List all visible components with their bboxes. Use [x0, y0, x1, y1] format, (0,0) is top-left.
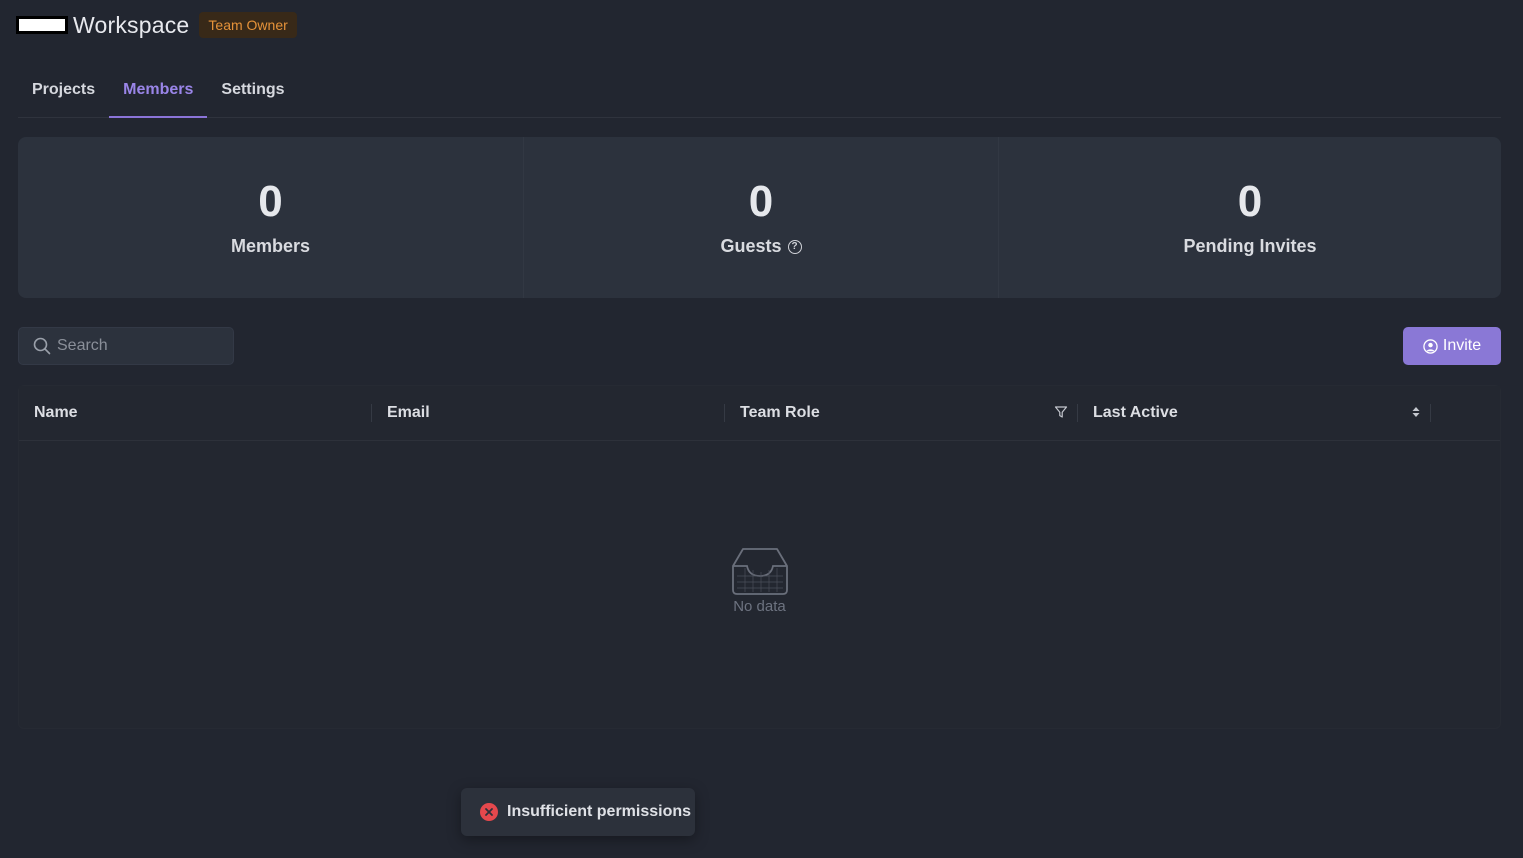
user-circle-icon	[1423, 338, 1438, 354]
toast-message: Insufficient permissions	[507, 803, 692, 820]
pending-invites-count: 0	[1237, 177, 1263, 226]
table-header: Name Email Team Role Last Active	[19, 386, 1500, 441]
search-box	[18, 327, 234, 365]
pending-invites-label: Pending Invites	[1183, 236, 1317, 256]
workspace-logo	[16, 16, 68, 34]
column-last-active[interactable]: Last Active	[1078, 386, 1431, 440]
stat-pending-invites: 0 Pending Invites	[998, 137, 1501, 298]
column-team-role[interactable]: Team Role	[725, 386, 1078, 440]
tab-settings[interactable]: Settings	[207, 64, 298, 118]
workspace-title: Workspace	[73, 11, 190, 38]
member-stats-panel: 0 Members 0 Guests ? 0 Pending Invites	[18, 137, 1501, 298]
search-icon	[33, 337, 51, 355]
members-count: 0	[258, 177, 283, 226]
workspace-tabs: Projects Members Settings	[18, 64, 1501, 118]
invite-button[interactable]: Invite	[1403, 327, 1501, 365]
sort-icon[interactable]	[1411, 405, 1421, 419]
error-toast: Insufficient permissions	[461, 788, 695, 836]
error-circle-icon	[480, 803, 498, 821]
tab-members[interactable]: Members	[109, 64, 208, 118]
column-email[interactable]: Email	[372, 386, 725, 440]
workspace-header: Workspace Team Owner	[16, 10, 297, 40]
guests-count: 0	[748, 177, 774, 226]
tab-projects[interactable]: Projects	[18, 64, 109, 118]
empty-state: No data	[19, 546, 1500, 615]
empty-inbox-icon	[731, 548, 788, 595]
filter-icon[interactable]	[1054, 405, 1068, 419]
help-icon[interactable]: ?	[787, 239, 802, 254]
search-input[interactable]	[57, 337, 227, 355]
column-name[interactable]: Name	[19, 386, 372, 440]
members-label: Members	[230, 236, 311, 256]
empty-state-text: No data	[733, 598, 786, 615]
invite-label: Invite	[1442, 337, 1482, 354]
stat-members: 0 Members	[18, 137, 523, 298]
members-table: Name Email Team Role Last Active No data	[18, 385, 1501, 729]
guests-label: Guests	[720, 236, 782, 256]
stat-guests: 0 Guests ?	[523, 137, 998, 298]
role-badge: Team Owner	[199, 12, 297, 38]
